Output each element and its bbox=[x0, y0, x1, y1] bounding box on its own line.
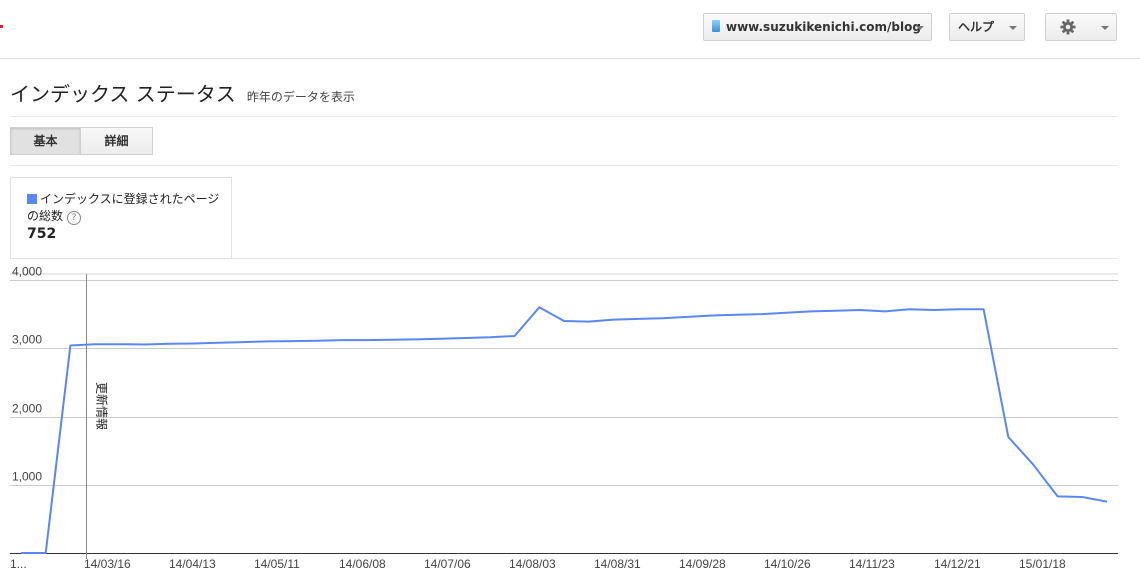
legend-label-row: インデックスに登録されたページの総数? bbox=[27, 191, 222, 225]
help-label: ヘルプ bbox=[958, 20, 995, 34]
y-tick-label: 4,000 bbox=[12, 265, 42, 279]
series-swatch bbox=[27, 194, 37, 204]
chevron-down-icon bbox=[1101, 26, 1109, 30]
tab-advanced[interactable]: 詳細 bbox=[81, 127, 153, 155]
site-favicon-icon bbox=[712, 20, 720, 32]
x-tick-label: 14/03/16 bbox=[84, 557, 131, 571]
top-bar: www.suzukikenichi.com/blog ヘルプ bbox=[0, 0, 1140, 59]
view-tabs: 基本 詳細 bbox=[10, 127, 153, 155]
annotation-label: 更新情報 bbox=[95, 382, 110, 430]
x-tick-label: 14/08/31 bbox=[594, 557, 641, 571]
x-tick-label: 14/07/06 bbox=[424, 557, 471, 571]
gear-icon bbox=[1060, 19, 1076, 35]
legend-value: 752 bbox=[27, 226, 57, 242]
x-tick-label: 14/12/21 bbox=[934, 557, 981, 571]
x-tick-label: 14/09/28 bbox=[679, 557, 726, 571]
chart-annotation: 更新情報 bbox=[86, 274, 110, 559]
chevron-down-icon bbox=[1009, 26, 1017, 30]
index-status-chart: 1,000 2,000 3,000 4,000 1... 14/03/16 14/04/1… bbox=[10, 265, 1118, 571]
legend-card: インデックスに登録されたページの総数? 752 bbox=[10, 177, 232, 259]
site-label: www.suzukikenichi.com/blog bbox=[726, 20, 921, 34]
y-tick-label: 3,000 bbox=[12, 333, 42, 347]
x-tick-label: 15/01/18 bbox=[1019, 557, 1066, 571]
x-tick-label: 14/08/03 bbox=[509, 557, 556, 571]
site-selector-button[interactable]: www.suzukikenichi.com/blog bbox=[703, 13, 932, 41]
index-count-series-line bbox=[21, 306, 1108, 554]
page-title: インデックス ステータス bbox=[10, 82, 236, 106]
x-tick-label: 14/05/11 bbox=[254, 557, 300, 571]
logo-fragment bbox=[0, 25, 3, 28]
x-axis-labels: 1... 14/03/16 14/04/13 14/05/11 14/06/08 14/0… bbox=[10, 557, 1066, 571]
y-axis-labels: 1,000 2,000 3,000 4,000 bbox=[12, 265, 42, 484]
chevron-down-icon bbox=[916, 26, 924, 30]
tab-basic[interactable]: 基本 bbox=[10, 127, 81, 155]
chart-grid bbox=[10, 273, 1118, 554]
y-tick-label: 2,000 bbox=[12, 402, 42, 416]
settings-button[interactable] bbox=[1045, 13, 1117, 41]
title-row: インデックス ステータス 昨年のデータを表示 bbox=[10, 78, 355, 107]
help-button[interactable]: ヘルプ bbox=[949, 13, 1025, 41]
help-question-icon[interactable]: ? bbox=[67, 211, 82, 225]
x-tick-label: 14/10/26 bbox=[764, 557, 811, 571]
legend-label: インデックスに登録されたページの総数 bbox=[27, 192, 220, 223]
x-tick-label: 1... bbox=[10, 557, 27, 571]
divider bbox=[232, 258, 1118, 259]
chart-series bbox=[21, 306, 1108, 554]
divider bbox=[10, 165, 1118, 166]
x-tick-label: 14/11/23 bbox=[849, 557, 895, 571]
x-tick-label: 14/06/08 bbox=[339, 557, 386, 571]
divider bbox=[10, 116, 1118, 117]
x-tick-label: 14/04/13 bbox=[169, 557, 216, 571]
page-subtitle: 昨年のデータを表示 bbox=[246, 90, 355, 104]
y-tick-label: 1,000 bbox=[12, 470, 42, 484]
